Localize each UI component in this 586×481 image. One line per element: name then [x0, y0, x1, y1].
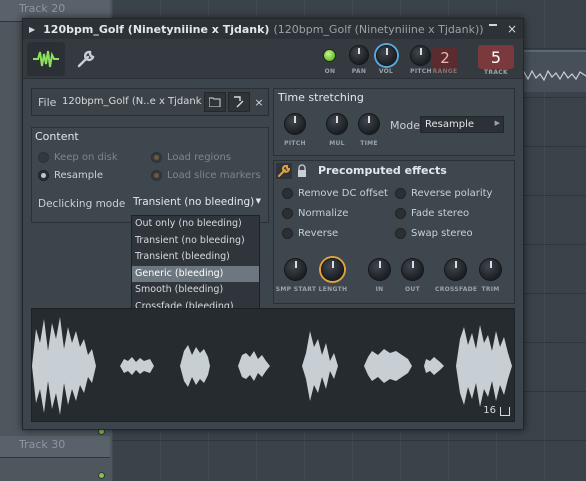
file-name[interactable]: 120bpm_Golf (N..e x Tjdank).mp3 — [62, 96, 202, 107]
window-titlebar[interactable]: ▶ 120bpm_Golf (Ninetyniiine x Tjdank) (1… — [23, 19, 523, 39]
menu-arrow-icon[interactable]: ▶ — [29, 25, 35, 34]
stretch-mul-label: MUL — [329, 140, 345, 147]
sample-start-knob[interactable] — [284, 258, 307, 281]
on-label: ON — [324, 68, 336, 75]
out-label: OUT — [405, 286, 420, 293]
track-label: Track 30 — [19, 438, 66, 451]
time-stretching-title: Time stretching — [278, 91, 364, 104]
close-icon: × — [254, 95, 264, 109]
pan-knob[interactable] — [349, 45, 369, 65]
vol-label: VOL — [378, 68, 394, 75]
waveform — [32, 317, 512, 415]
file-row: File 120bpm_Golf (N..e x Tjdank).mp3 × — [31, 88, 269, 116]
in-knob[interactable] — [368, 258, 391, 281]
track-mute-led[interactable] — [98, 472, 105, 479]
trim-label: TRIM — [481, 286, 500, 293]
track-label: Track 20 — [19, 2, 66, 15]
zoom-value: 16 — [483, 405, 496, 416]
track-display[interactable]: 5 — [478, 45, 514, 69]
resample-option[interactable]: Resample — [38, 170, 103, 181]
chevron-right-icon: ▶ — [494, 119, 500, 127]
remove-dc-offset-option[interactable]: Remove DC offset — [282, 188, 388, 199]
pitch-knob[interactable] — [410, 45, 431, 66]
edit-icon — [234, 96, 244, 108]
playlist-audio-clip[interactable] — [519, 50, 586, 92]
declicking-option[interactable]: Out only (no bleeding) — [132, 216, 259, 233]
declicking-mode-select[interactable]: Transient (no bleeding) ▼ — [129, 194, 263, 211]
remove-file-button[interactable]: × — [248, 92, 270, 112]
precomputed-effects-panel: Precomputed effects Remove DC offset Nor… — [273, 160, 515, 304]
minimize-icon[interactable] — [489, 24, 497, 26]
length-label: LENGTH — [318, 286, 348, 293]
channel-toolbar: ON PAN VOL PITCH 2 RANGE 5 TRACK — [23, 39, 523, 79]
declicking-option-highlighted[interactable]: Generic (bleeding) — [132, 265, 259, 283]
wrench-orange-icon[interactable] — [276, 163, 292, 179]
range-display[interactable]: 2 — [432, 47, 458, 69]
length-knob[interactable] — [321, 258, 344, 281]
declicking-option[interactable]: Transient (bleeding) — [132, 249, 259, 266]
stretch-pitch-knob[interactable] — [284, 113, 306, 135]
normalize-option[interactable]: Normalize — [282, 208, 348, 219]
crossfade-knob[interactable] — [444, 258, 467, 281]
crossfade-label: CROSSFADE — [435, 286, 478, 293]
sample-waveform-display[interactable]: 16 — [31, 308, 515, 422]
declicking-option[interactable]: Smooth (bleeding) — [132, 282, 259, 299]
reverse-polarity-option[interactable]: Reverse polarity — [395, 188, 492, 199]
loop-icon[interactable] — [500, 407, 510, 416]
load-regions-option[interactable]: Load regions — [151, 152, 231, 163]
sample-start-label: SMP START — [275, 286, 317, 293]
declicking-mode-menu: Out only (no bleeding) Transient (no ble… — [131, 215, 260, 315]
track-header-30[interactable]: Track 30 — [0, 436, 110, 458]
precomputed-title: Precomputed effects — [318, 164, 447, 177]
open-file-button[interactable] — [204, 92, 226, 112]
fade-stereo-option[interactable]: Fade stereo — [395, 208, 469, 219]
dropdown-arrow-icon: ▼ — [255, 197, 261, 205]
channel-settings-window: ▶ 120bpm_Golf (Ninetyniiine x Tjdank) (1… — [22, 18, 524, 430]
volume-knob[interactable] — [376, 45, 397, 66]
external-edit-button[interactable] — [228, 92, 250, 112]
keep-on-disk-option[interactable]: Keep on disk — [38, 152, 118, 163]
stretch-pitch-label: PITCH — [284, 140, 306, 147]
waveform-tab-icon — [33, 50, 59, 68]
declicking-mode-label: Declicking mode — [38, 198, 126, 210]
stretch-mul-knob[interactable] — [326, 113, 348, 135]
stretch-mode-select[interactable]: Resample ▶ — [420, 116, 504, 133]
mode-label: Mode — [390, 119, 420, 132]
clip-waveform — [519, 69, 586, 82]
range-label: RANGE — [432, 68, 458, 75]
channel-on-led[interactable] — [323, 49, 336, 62]
folder-icon — [209, 97, 221, 107]
sample-settings-tab[interactable] — [27, 42, 65, 76]
time-stretching-panel: Time stretching PITCH MUL TIME Mode Resa… — [273, 88, 515, 156]
stretch-time-label: TIME — [360, 140, 378, 147]
content-title: Content — [35, 130, 79, 143]
wrench-icon — [77, 50, 95, 68]
pan-label: PAN — [351, 68, 367, 75]
declicking-option[interactable]: Transient (no bleeding) — [132, 233, 259, 250]
swap-stereo-option[interactable]: Swap stereo — [395, 228, 473, 239]
misc-settings-tab[interactable] — [71, 42, 101, 76]
close-icon[interactable]: × — [507, 22, 517, 36]
file-label: File — [38, 96, 57, 109]
lock-icon[interactable] — [296, 164, 308, 178]
window-subtitle: (120bpm_Golf (Ninetyniiine x Tjdank)) — [273, 22, 484, 36]
track-label: TRACK — [484, 69, 508, 76]
stretch-time-knob[interactable] — [358, 113, 380, 135]
reverse-option[interactable]: Reverse — [282, 228, 338, 239]
window-title: 120bpm_Golf (Ninetyniiine x Tjdank) — [43, 22, 270, 36]
out-knob[interactable] — [401, 258, 424, 281]
trim-knob[interactable] — [479, 258, 502, 281]
in-label: IN — [375, 286, 384, 293]
load-slice-markers-option[interactable]: Load slice markers — [151, 170, 261, 181]
